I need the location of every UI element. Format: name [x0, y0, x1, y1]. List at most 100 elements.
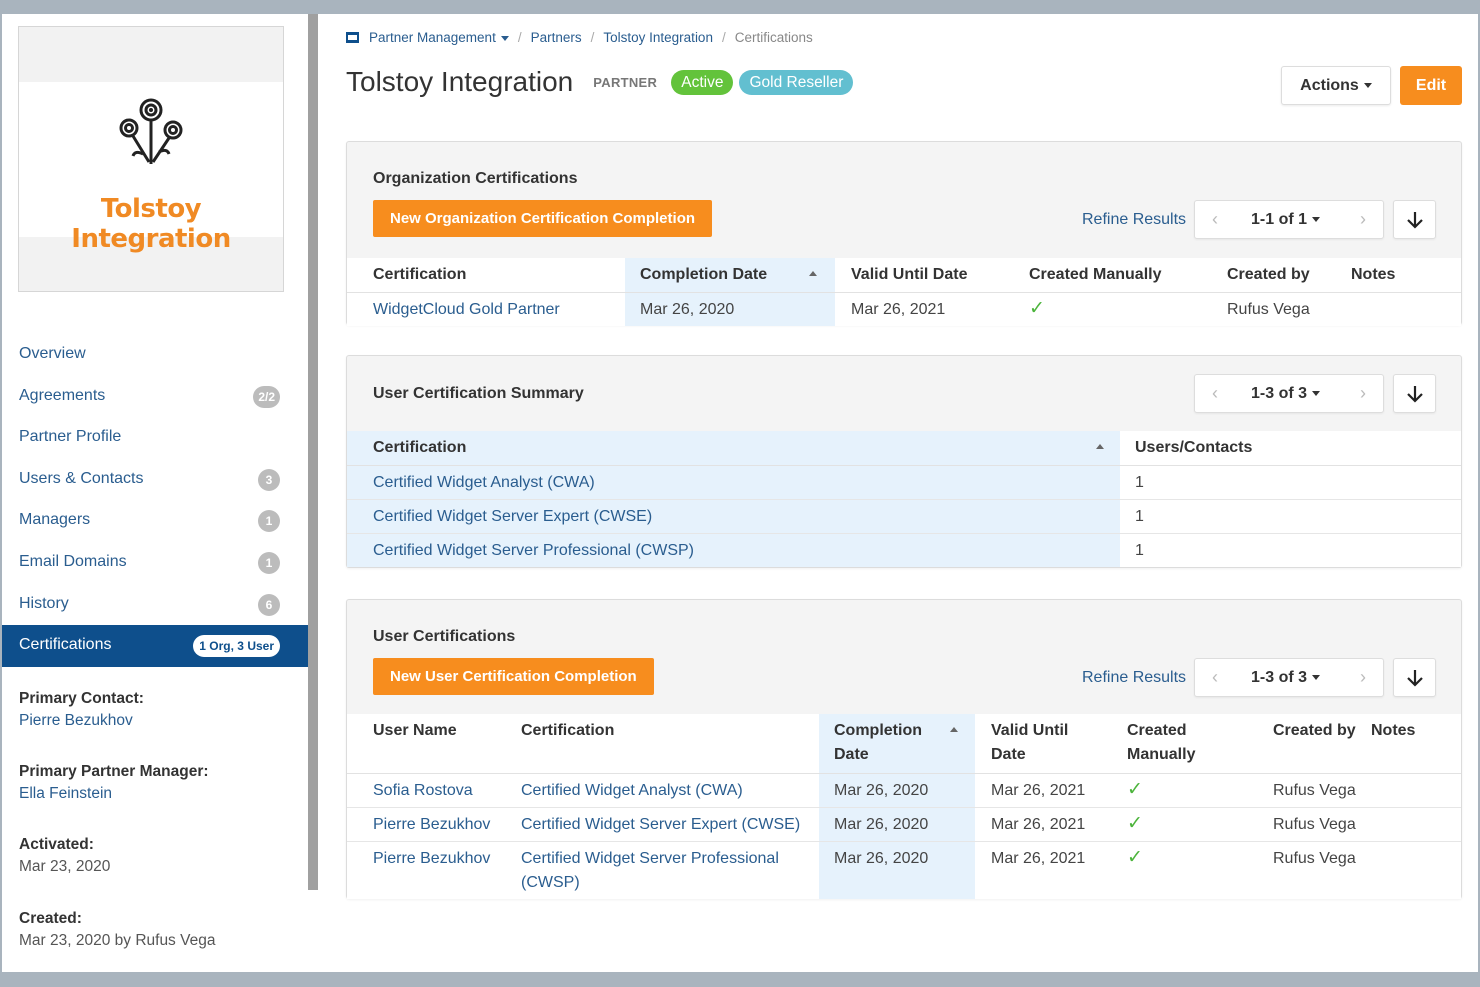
table-row: Certified Widget Analyst (CWA) 1 [347, 465, 1461, 500]
checkmark-icon: ✓ [1127, 778, 1143, 800]
download-button[interactable] [1393, 658, 1436, 697]
refine-results-link[interactable]: Refine Results [1082, 669, 1186, 687]
download-button[interactable] [1393, 200, 1436, 239]
certification-link[interactable]: Certified Widget Server Expert (CWSE) [347, 499, 1120, 534]
refine-results-link[interactable]: Refine Results [1082, 211, 1186, 229]
caret-down-icon [1312, 391, 1321, 397]
panel-title: User Certification Summary [373, 385, 584, 402]
created-value: Mar 23, 2020 by Rufus Vega [19, 932, 216, 949]
created-manually: ✓ [1111, 807, 1257, 842]
checkmark-icon: ✓ [1127, 812, 1143, 834]
table-row: WidgetCloud Gold Partner Mar 26, 2020 Ma… [347, 292, 1461, 326]
sidebar-scrollbar[interactable] [308, 14, 318, 890]
new-org-certification-button[interactable]: New Organization Certification Completio… [373, 200, 713, 237]
partner-logo-card: Tolstoy Integration [18, 26, 284, 292]
checkmark-icon: ✓ [1029, 297, 1045, 319]
column-header[interactable]: Certification [347, 258, 625, 293]
valid-until-date: Mar 26, 2021 [851, 300, 946, 318]
page-range: 1-3 of 3 [1251, 385, 1308, 402]
sidebar-item-history[interactable]: History 6 [2, 584, 308, 626]
main-content: Partner Management / Partners / Tolstoy … [318, 14, 1478, 972]
notes [1371, 841, 1461, 899]
sidebar-item-users-contacts[interactable]: Users & Contacts 3 [2, 459, 308, 501]
status-badge: Active [671, 69, 734, 95]
certification-link[interactable]: Certified Widget Server Professional (CW… [495, 841, 819, 899]
actions-dropdown-button[interactable]: Actions [1281, 66, 1391, 105]
sidebar-item-email-domains[interactable]: Email Domains 1 [2, 542, 308, 584]
column-header[interactable]: Users/Contacts [1120, 431, 1461, 466]
created-by: Rufus Vega [1257, 807, 1371, 842]
certification-link[interactable]: Certified Widget Server Professional (CW… [347, 533, 1120, 567]
caret-down-icon [1363, 83, 1372, 89]
page-range-dropdown[interactable]: 1-3 of 3 [1251, 659, 1321, 696]
breadcrumb-partners[interactable]: Partners [531, 30, 582, 45]
chevron-right-icon[interactable]: › [1343, 201, 1383, 238]
caret-down-icon [500, 35, 509, 41]
partner-logo: Tolstoy Integration [19, 82, 283, 254]
page-range-dropdown[interactable]: 1-1 of 1 [1251, 201, 1321, 238]
download-arrow-icon [1407, 212, 1423, 229]
pagination: ‹ 1-3 of 3 › [1194, 374, 1384, 413]
column-header[interactable]: Created Manually [1013, 258, 1211, 293]
created-manually: ✓ [1013, 292, 1211, 326]
column-header[interactable]: Certification [495, 714, 819, 774]
count-badge: 1 [258, 551, 280, 574]
page-range-dropdown[interactable]: 1-3 of 3 [1251, 375, 1321, 412]
column-header-label: Completion Date [640, 266, 768, 283]
primary-partner-manager: Primary Partner Manager: Ella Feinstein [19, 763, 299, 803]
user-certifications-table: User Name Certification Completion Date … [347, 714, 1461, 899]
created-by: Rufus Vega [1227, 300, 1310, 318]
column-header-sorted[interactable]: Completion Date [819, 714, 975, 774]
new-user-certification-button[interactable]: New User Certification Completion [373, 658, 654, 695]
primary-contact-link[interactable]: Pierre Bezukhov [19, 712, 299, 730]
column-header-sorted[interactable]: Certification [347, 431, 1120, 466]
column-header[interactable]: Created by [1211, 258, 1351, 293]
column-header[interactable]: User Name [347, 714, 495, 774]
sidebar-item-partner-profile[interactable]: Partner Profile [2, 417, 308, 459]
activated-info: Activated: Mar 23, 2020 [19, 836, 299, 876]
user-name-link[interactable]: Sofia Rostova [347, 773, 495, 808]
meta-label: Primary Partner Manager: [19, 763, 209, 780]
breadcrumb-partner-management[interactable]: Partner Management [369, 30, 509, 45]
edit-button[interactable]: Edit [1400, 66, 1462, 105]
chevron-left-icon[interactable]: ‹ [1195, 659, 1235, 696]
sidebar-item-certifications[interactable]: Certifications 1 Org, 3 User [2, 625, 308, 667]
breadcrumb-partner[interactable]: Tolstoy Integration [603, 30, 713, 45]
column-header[interactable]: Created by [1257, 714, 1371, 774]
certification-link[interactable]: Certified Widget Server Expert (CWSE) [495, 807, 819, 842]
column-header[interactable]: Created Manually [1111, 714, 1257, 774]
column-header[interactable]: Valid Until Date [835, 258, 1013, 293]
sort-ascending-icon [809, 271, 817, 276]
certification-link[interactable]: Certified Widget Analyst (CWA) [347, 465, 1120, 500]
certification-link[interactable]: WidgetCloud Gold Partner [347, 292, 625, 326]
certification-link[interactable]: Certified Widget Analyst (CWA) [495, 773, 819, 808]
user-name-link[interactable]: Pierre Bezukhov [347, 841, 495, 899]
sidebar-item-overview[interactable]: Overview [2, 334, 308, 376]
sort-ascending-icon [950, 727, 958, 732]
pagination: ‹ 1-1 of 1 › [1194, 200, 1384, 239]
caret-down-icon [1312, 675, 1321, 681]
completion-date: Mar 26, 2020 [819, 807, 975, 842]
column-header[interactable]: Valid Until Date [975, 714, 1111, 774]
download-button[interactable] [1393, 374, 1436, 413]
column-header-label: Certification [373, 439, 467, 456]
count-badge: 1 Org, 3 User [193, 635, 280, 658]
sidebar-item-agreements[interactable]: Agreements 2/2 [2, 376, 308, 418]
sidebar-item-label: Managers [19, 511, 91, 529]
sidebar-item-managers[interactable]: Managers 1 [2, 500, 308, 542]
table-row: Certified Widget Server Expert (CWSE) 1 [347, 499, 1461, 534]
breadcrumb-current: Certifications [734, 30, 813, 45]
partner-manager-link[interactable]: Ella Feinstein [19, 785, 299, 803]
chevron-right-icon[interactable]: › [1343, 375, 1383, 412]
app-window: Tolstoy Integration Overview Agreements … [2, 14, 1478, 972]
chevron-left-icon[interactable]: ‹ [1195, 375, 1235, 412]
user-name-link[interactable]: Pierre Bezukhov [347, 807, 495, 842]
sidebar-item-label: Email Domains [19, 552, 127, 570]
caret-down-icon [1312, 217, 1321, 223]
breadcrumb: Partner Management / Partners / Tolstoy … [346, 30, 813, 45]
sidebar-item-label: Partner Profile [19, 428, 122, 446]
breadcrumb-separator: / [590, 30, 595, 45]
column-header-sorted[interactable]: Completion Date [625, 258, 835, 293]
chevron-left-icon[interactable]: ‹ [1195, 201, 1235, 238]
chevron-right-icon[interactable]: › [1343, 659, 1383, 696]
